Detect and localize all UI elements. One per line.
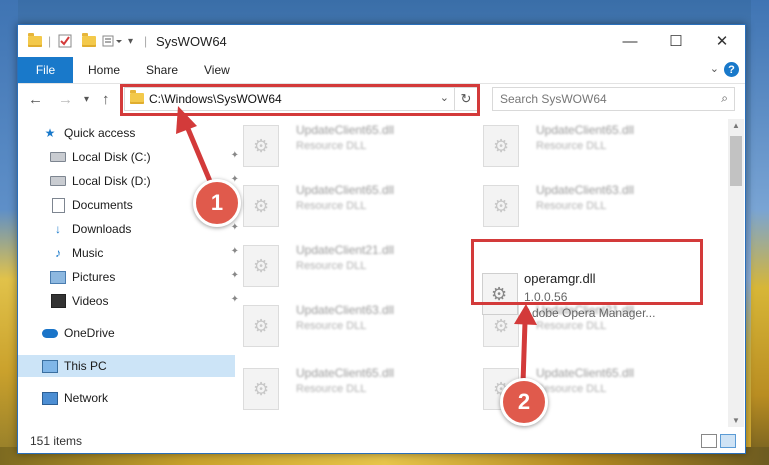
step-2-badge: 2 [500,378,548,426]
annotation-arrows [176,106,537,384]
arrow-2-head [514,304,537,325]
arrow-2 [520,321,528,384]
arrow-1 [183,123,215,187]
step-1-badge: 1 [193,179,241,227]
arrow-1-head [176,106,197,134]
